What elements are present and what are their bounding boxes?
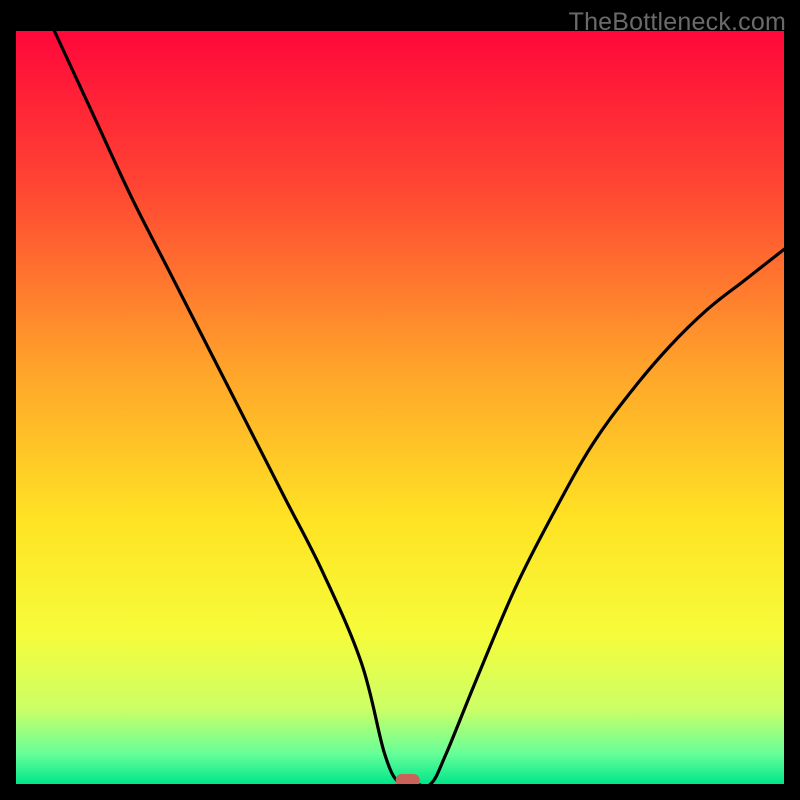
chart-svg [16, 31, 784, 784]
optimal-marker [396, 774, 420, 784]
plot-area [16, 31, 784, 784]
gradient-background [16, 31, 784, 784]
chart-frame: TheBottleneck.com [0, 0, 800, 800]
